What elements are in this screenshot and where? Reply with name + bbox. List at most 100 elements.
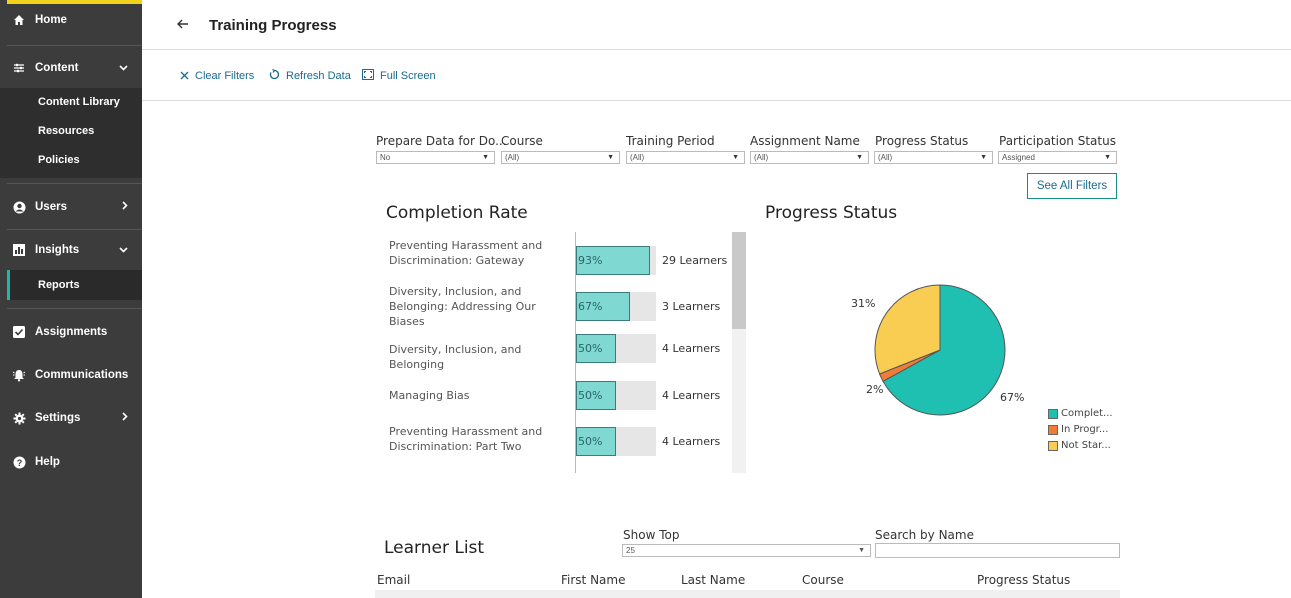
sidebar-item-users[interactable]: Users: [0, 197, 142, 217]
filter-value: (All): [754, 153, 769, 162]
filter-label: Assignment Name: [750, 134, 860, 148]
sidebar-item-help[interactable]: ? Help: [0, 452, 142, 472]
filter-select-progress-status[interactable]: (All) ▼: [874, 151, 993, 164]
column-header-progress-status[interactable]: Progress Status: [977, 573, 1070, 587]
filter-select-training-period[interactable]: (All) ▼: [626, 151, 745, 164]
filter-select-assignment-name[interactable]: (All) ▼: [750, 151, 869, 164]
completion-axis-line: [575, 232, 576, 473]
close-icon: [180, 69, 189, 83]
sidebar-item-label: Settings: [35, 412, 81, 424]
completion-row-course-label: Preventing Harassment and: [389, 470, 574, 473]
column-header-first-name[interactable]: First Name: [561, 573, 625, 587]
refresh-icon: [269, 68, 280, 83]
sidebar-item-insights[interactable]: Insights: [0, 240, 142, 260]
home-icon: [12, 13, 26, 27]
sidebar-item-label: Help: [35, 456, 60, 468]
refresh-data-label: Refresh Data: [286, 70, 351, 82]
legend-item-not-started: Not Star...: [1048, 440, 1111, 451]
completion-learners-label: 4 Learners: [662, 389, 721, 402]
clear-filters-button[interactable]: Clear Filters: [180, 69, 254, 83]
filter-label: Participation Status: [999, 134, 1116, 148]
see-all-filters-button[interactable]: See All Filters: [1027, 173, 1117, 199]
sidebar-subitem-policies[interactable]: Policies: [38, 154, 80, 166]
legend-label: Complet...: [1061, 408, 1113, 419]
filter-value: No: [380, 153, 391, 162]
sidebar-item-label: Communications: [35, 369, 129, 381]
pie-label-completed: 67%: [1000, 391, 1025, 404]
filter-select-participation-status[interactable]: Assigned ▼: [998, 151, 1117, 164]
sidebar-item-label: Insights: [35, 244, 80, 256]
column-header-last-name[interactable]: Last Name: [681, 573, 745, 587]
legend-item-in-progress: In Progr...: [1048, 424, 1108, 435]
divider: [7, 229, 142, 230]
sidebar-subitem-reports[interactable]: Reports: [38, 279, 80, 291]
sidebar-item-settings[interactable]: Settings: [0, 408, 142, 428]
sidebar-item-label: Assignments: [35, 326, 108, 338]
filter-value: (All): [630, 153, 645, 162]
chevron-down-icon: ▼: [482, 154, 489, 161]
sidebar-item-label: Home: [35, 14, 67, 26]
page-header: Training Progress: [142, 0, 1291, 50]
completion-row-course-label: Preventing Harassment and Discrimination…: [389, 425, 543, 453]
divider: [7, 183, 142, 184]
sidebar-item-communications[interactable]: Communications: [0, 365, 142, 385]
full-screen-button[interactable]: Full Screen: [362, 69, 436, 83]
checkbox-icon: [12, 325, 26, 339]
chevron-down-icon: ▼: [856, 154, 863, 161]
page-title: Training Progress: [209, 17, 337, 34]
show-top-label: Show Top: [623, 528, 680, 542]
sidebar-item-label: Users: [35, 201, 67, 213]
help-icon: ?: [12, 455, 26, 469]
sidebar-item-assignments[interactable]: Assignments: [0, 322, 142, 342]
sidebar-accent-line: [7, 0, 142, 4]
legend-label: Not Star...: [1061, 440, 1111, 451]
completion-learners-label: 4 Learners: [662, 342, 721, 355]
chevron-right-icon: [122, 412, 128, 424]
learner-list-title: Learner List: [384, 538, 485, 558]
sidebar-subitem-resources[interactable]: Resources: [38, 125, 94, 137]
legend-swatch: [1048, 424, 1058, 435]
legend-item-completed: Complet...: [1048, 408, 1113, 419]
filter-value: (All): [878, 153, 893, 162]
column-header-email[interactable]: Email: [377, 573, 410, 587]
sidebar-item-label: Content: [35, 62, 79, 74]
chart-icon: [12, 243, 26, 257]
completion-row-course-label: Diversity, Inclusion, and Belonging: [389, 343, 522, 371]
back-arrow-icon[interactable]: [177, 16, 189, 34]
completion-row-course-label: Diversity, Inclusion, and Belonging: Add…: [389, 285, 536, 328]
divider: [7, 308, 142, 309]
chevron-down-icon: ▼: [607, 154, 614, 161]
search-by-name-input[interactable]: [875, 543, 1120, 558]
completion-learners-label: 4 Learners: [662, 435, 721, 448]
completion-percent-label: 50%: [578, 435, 603, 448]
sidebar: Home Content Content Library Resources P…: [0, 0, 142, 598]
completion-rate-title: Completion Rate: [386, 203, 528, 223]
filter-select-prepare-data[interactable]: No ▼: [376, 151, 495, 164]
bell-icon: [12, 368, 26, 382]
filter-value: (All): [505, 153, 520, 162]
full-screen-icon: [362, 69, 374, 83]
legend-label: In Progr...: [1061, 424, 1109, 435]
chevron-down-icon: [119, 63, 128, 74]
show-top-value: 25: [626, 546, 635, 555]
pie-label-in-progress: 2%: [866, 383, 884, 396]
column-header-course[interactable]: Course: [802, 573, 844, 587]
chevron-down-icon: [119, 245, 128, 256]
completion-percent-label: 50%: [578, 342, 603, 355]
completion-percent-label: 67%: [578, 300, 603, 313]
sidebar-item-home[interactable]: Home: [0, 10, 142, 30]
filter-label: Progress Status: [875, 134, 969, 148]
sidebar-item-content[interactable]: Content: [0, 58, 142, 78]
refresh-data-button[interactable]: Refresh Data: [269, 68, 351, 83]
chevron-down-icon: ▼: [858, 547, 865, 554]
completion-rate-scrollbar-thumb[interactable]: [732, 232, 746, 329]
filter-select-course[interactable]: (All) ▼: [501, 151, 620, 164]
chevron-down-icon: ▼: [732, 154, 739, 161]
show-top-select[interactable]: 25 ▼: [622, 544, 871, 557]
sidebar-subitem-content-library[interactable]: Content Library: [38, 96, 120, 108]
divider: [7, 45, 142, 46]
table-row: [375, 590, 1120, 598]
completion-rate-list[interactable]: Preventing Harassment and Discrimination…: [380, 232, 732, 473]
progress-status-title: Progress Status: [765, 203, 898, 223]
chevron-down-icon: ▼: [980, 154, 987, 161]
